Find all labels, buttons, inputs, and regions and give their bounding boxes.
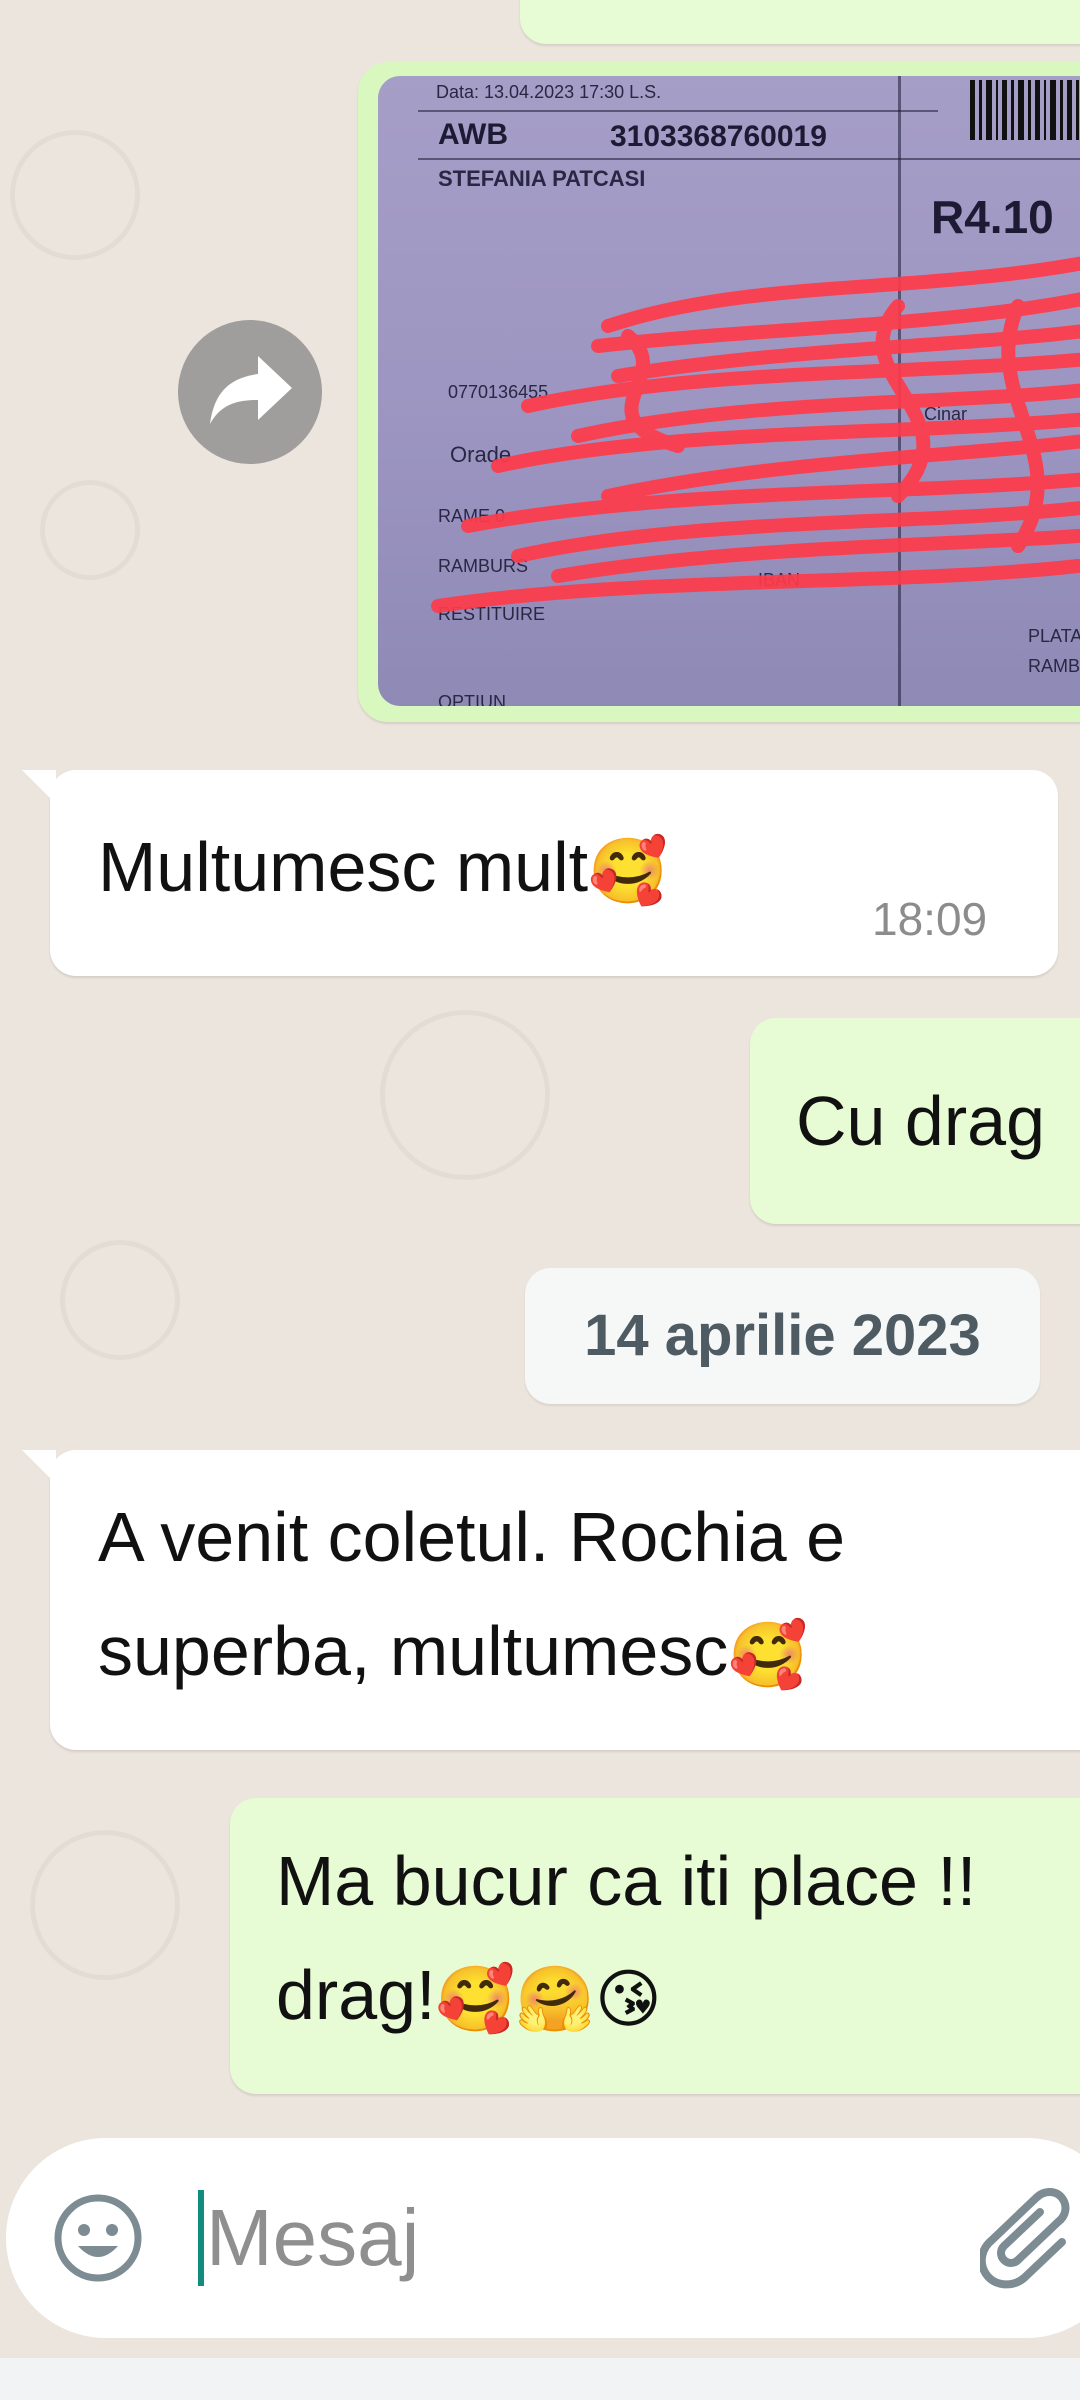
previous-outgoing-bubble[interactable] — [520, 0, 1080, 44]
wallpaper-doodle — [10, 130, 140, 260]
wallpaper-doodle — [380, 1010, 550, 1180]
incoming-message-bubble[interactable]: Multumesc mult🥰 18:09 — [22, 770, 1058, 976]
date-divider: 14 aprilie 2023 — [525, 1268, 1040, 1404]
chat-area[interactable]: Data: 13.04.2023 17:30 L.S. AWB 31033687… — [0, 0, 1080, 2400]
wallpaper-doodle — [40, 480, 140, 580]
outgoing-message-bubble[interactable]: Ma bucur ca iti place !! drag!🥰🤗😘 — [230, 1798, 1080, 2094]
message-input-bar[interactable]: Mesaj — [6, 2138, 1080, 2338]
attach-icon — [977, 2188, 1070, 2289]
message-text: Multumesc mult — [98, 828, 589, 906]
emoji-sequence-icon: 🥰🤗😘 — [435, 1962, 662, 2037]
shipping-label-photo[interactable]: Data: 13.04.2023 17:30 L.S. AWB 31033687… — [378, 76, 1080, 706]
message-text-line-1: A venit coletul. Rochia e — [98, 1498, 846, 1576]
smiling-face-with-hearts-icon: 🥰 — [728, 1618, 808, 1693]
message-text-line-2: drag! — [276, 1956, 436, 2034]
text-caret — [198, 2190, 204, 2286]
attach-button[interactable] — [977, 2180, 1080, 2290]
forward-icon — [210, 356, 292, 424]
emoji-button[interactable] — [50, 2190, 146, 2286]
wallpaper-doodle — [60, 1240, 180, 1360]
wallpaper-doodle — [30, 1830, 180, 1980]
message-input[interactable]: Mesaj — [206, 2192, 419, 2284]
smiling-face-with-hearts-icon: 🥰 — [588, 834, 668, 909]
incoming-message-bubble[interactable]: A venit coletul. Rochia e superba, multu… — [22, 1450, 1080, 1750]
message-timestamp: 18:09 — [872, 893, 988, 945]
message-text-line-2: superba, multumesc — [98, 1612, 729, 1690]
forward-button[interactable] — [178, 320, 322, 464]
message-text-line-1: Ma bucur ca iti place !! — [276, 1842, 977, 1920]
emoji-icon — [54, 2194, 142, 2282]
system-nav-bar — [0, 2358, 1080, 2400]
message-text: Cu drag — [796, 1082, 1046, 1160]
outgoing-message-bubble[interactable]: Cu drag — [750, 1018, 1080, 1224]
redaction-scribble — [431, 256, 1080, 613]
